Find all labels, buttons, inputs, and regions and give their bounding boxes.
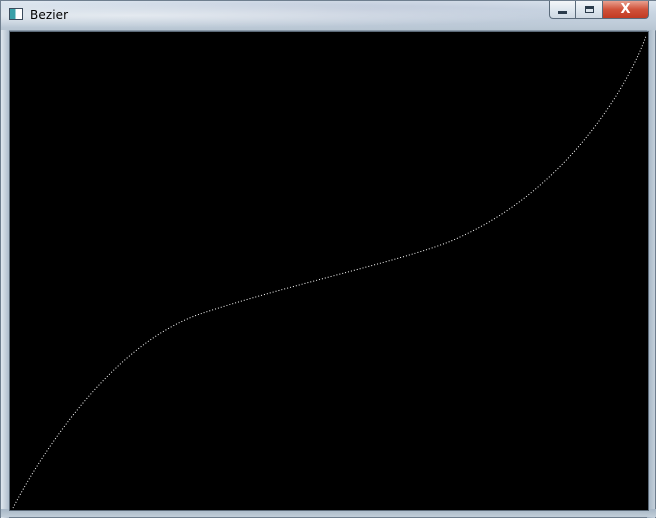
minimize-button[interactable] <box>549 1 576 19</box>
canvas-area[interactable] <box>9 31 649 511</box>
app-window: Bezier X <box>0 0 656 518</box>
close-icon: X <box>620 2 631 17</box>
window-frame-left[interactable] <box>1 30 9 518</box>
caption-buttons: X <box>549 1 649 21</box>
maximize-button[interactable] <box>576 1 603 19</box>
bezier-curve <box>12 35 647 509</box>
bezier-canvas <box>12 35 647 509</box>
close-button[interactable]: X <box>603 1 649 19</box>
title-bar[interactable]: Bezier X <box>1 1 656 31</box>
minimize-icon <box>558 11 567 14</box>
window-title: Bezier <box>30 8 69 22</box>
maximize-icon <box>584 6 594 13</box>
app-window-icon[interactable] <box>9 8 23 20</box>
